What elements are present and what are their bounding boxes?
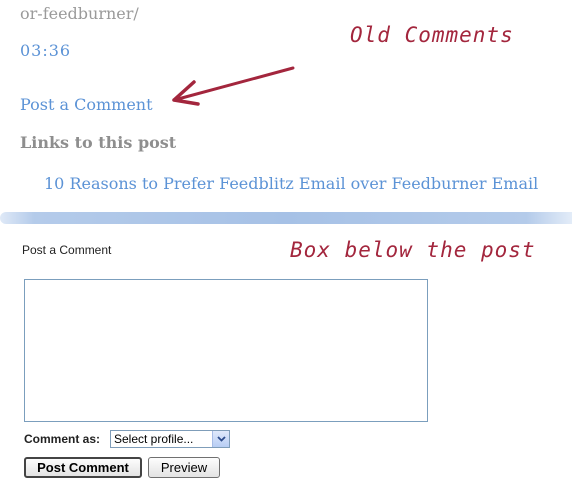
post-comment-button[interactable]: Post Comment	[24, 457, 142, 478]
section-divider	[0, 212, 572, 224]
backlink-item[interactable]: 10 Reasons to Prefer Feedblitz Email ove…	[44, 174, 538, 193]
post-comment-link[interactable]: Post a Comment	[20, 95, 153, 114]
links-to-post-heading: Links to this post	[20, 133, 177, 152]
comment-as-label: Comment as:	[24, 432, 101, 446]
post-timestamp[interactable]: 03:36	[20, 41, 71, 60]
post-url-fragment: or-feedburner/	[20, 4, 139, 23]
comment-form-title: Post a Comment	[22, 243, 112, 257]
old-comments-annotation: Old Comments	[350, 23, 514, 47]
preview-button[interactable]: Preview	[148, 457, 220, 478]
profile-select[interactable]: Select profile...	[110, 430, 230, 448]
comment-textarea[interactable]	[24, 279, 428, 422]
profile-select-value: Select profile...	[114, 432, 194, 446]
arrow-left-icon	[172, 66, 295, 106]
chevron-down-icon[interactable]	[212, 431, 229, 447]
box-below-post-annotation: Box below the post	[290, 238, 536, 262]
